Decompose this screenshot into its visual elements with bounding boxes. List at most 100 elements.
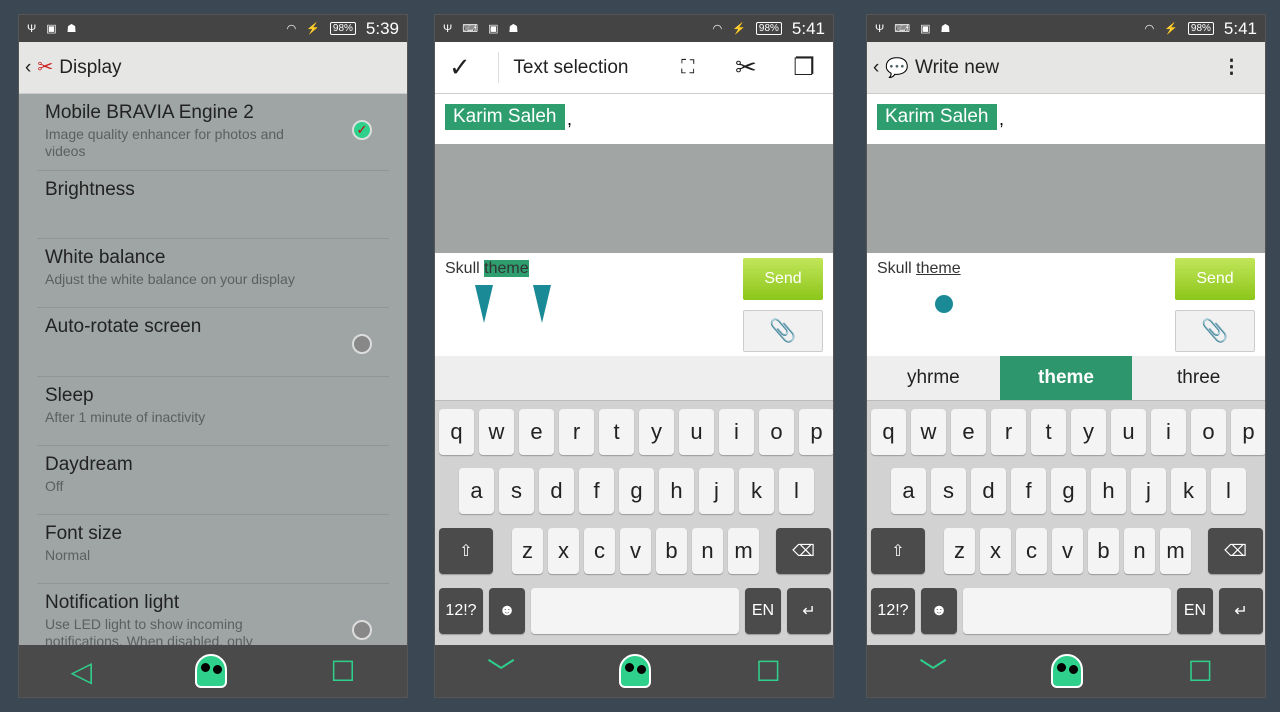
key-g[interactable]: g xyxy=(619,468,654,514)
key-p[interactable]: p xyxy=(799,409,833,455)
done-check-icon[interactable]: ✓ xyxy=(449,52,500,83)
key-j[interactable]: j xyxy=(699,468,734,514)
enter-key[interactable]: ↵ xyxy=(787,588,831,634)
key-c[interactable]: c xyxy=(584,528,615,574)
recipient-chip[interactable]: Karim Saleh xyxy=(877,104,997,130)
emoji-key[interactable]: ☻ xyxy=(921,588,957,634)
key-d[interactable]: d xyxy=(539,468,574,514)
key-q[interactable]: q xyxy=(439,409,474,455)
key-x[interactable]: x xyxy=(980,528,1011,574)
shift-key[interactable]: ⇧ xyxy=(871,528,925,574)
symbols-key[interactable]: 12!? xyxy=(439,588,483,634)
key-u[interactable]: u xyxy=(1111,409,1146,455)
key-f[interactable]: f xyxy=(579,468,614,514)
home-skull-icon[interactable] xyxy=(1051,654,1084,688)
key-s[interactable]: s xyxy=(499,468,534,514)
symbols-key[interactable]: 12!? xyxy=(871,588,915,634)
key-l[interactable]: l xyxy=(779,468,814,514)
home-skull-icon[interactable] xyxy=(195,654,228,688)
key-y[interactable]: y xyxy=(1071,409,1106,455)
key-x[interactable]: x xyxy=(548,528,579,574)
key-n[interactable]: n xyxy=(692,528,723,574)
hide-keyboard-icon[interactable]: ﹀ xyxy=(919,651,947,691)
copy-icon[interactable]: ❐ xyxy=(775,53,833,82)
key-s[interactable]: s xyxy=(931,468,966,514)
checkbox[interactable]: ✓ xyxy=(352,120,372,140)
key-z[interactable]: z xyxy=(944,528,975,574)
key-p[interactable]: p xyxy=(1231,409,1265,455)
recents-icon[interactable]: ☐ xyxy=(1188,655,1213,688)
key-c[interactable]: c xyxy=(1016,528,1047,574)
backspace-key[interactable]: ⌫ xyxy=(1208,528,1263,574)
backspace-key[interactable]: ⌫ xyxy=(776,528,831,574)
shift-key[interactable]: ⇧ xyxy=(439,528,493,574)
cursor-handle[interactable] xyxy=(935,295,953,313)
key-o[interactable]: o xyxy=(759,409,794,455)
key-j[interactable]: j xyxy=(1131,468,1166,514)
key-o[interactable]: o xyxy=(1191,409,1226,455)
key-h[interactable]: h xyxy=(659,468,694,514)
compose-field[interactable]: Skull theme xyxy=(877,260,961,278)
checkbox[interactable] xyxy=(352,334,372,354)
key-l[interactable]: l xyxy=(1211,468,1246,514)
settings-item[interactable]: White balance Adjust the white balance on… xyxy=(37,239,389,308)
select-all-icon[interactable]: ⛶ xyxy=(659,57,717,79)
recipient-chip[interactable]: Karim Saleh xyxy=(445,104,565,130)
space-key[interactable] xyxy=(963,588,1171,634)
checkbox[interactable] xyxy=(352,620,372,640)
home-skull-icon[interactable] xyxy=(619,654,652,688)
hide-keyboard-icon[interactable]: ﹀ xyxy=(487,651,515,691)
language-key[interactable]: EN xyxy=(1177,588,1213,634)
key-n[interactable]: n xyxy=(1124,528,1155,574)
language-key[interactable]: EN xyxy=(745,588,781,634)
settings-item[interactable]: Auto-rotate screen xyxy=(37,308,389,377)
key-i[interactable]: i xyxy=(719,409,754,455)
selection-handle[interactable] xyxy=(475,285,493,323)
key-b[interactable]: b xyxy=(656,528,687,574)
key-k[interactable]: k xyxy=(739,468,774,514)
key-v[interactable]: v xyxy=(620,528,651,574)
attach-button[interactable]: 📎 xyxy=(743,310,823,352)
key-t[interactable]: t xyxy=(599,409,634,455)
space-key[interactable] xyxy=(531,588,739,634)
key-t[interactable]: t xyxy=(1031,409,1066,455)
settings-item[interactable]: Brightness xyxy=(37,171,389,239)
overflow-menu-icon[interactable]: ⋮ xyxy=(1222,56,1265,79)
compose-field[interactable]: Skull theme xyxy=(445,260,529,278)
key-i[interactable]: i xyxy=(1151,409,1186,455)
key-g[interactable]: g xyxy=(1051,468,1086,514)
back-icon[interactable]: ‹ xyxy=(25,57,31,79)
emoji-key[interactable]: ☻ xyxy=(489,588,525,634)
key-w[interactable]: w xyxy=(911,409,946,455)
settings-item[interactable]: Sleep After 1 minute of inactivity xyxy=(37,377,389,446)
key-v[interactable]: v xyxy=(1052,528,1083,574)
key-f[interactable]: f xyxy=(1011,468,1046,514)
key-a[interactable]: a xyxy=(459,468,494,514)
recents-icon[interactable]: ☐ xyxy=(330,655,355,688)
recents-icon[interactable]: ☐ xyxy=(756,655,781,688)
key-z[interactable]: z xyxy=(512,528,543,574)
key-m[interactable]: m xyxy=(1160,528,1191,574)
back-icon[interactable]: ‹ xyxy=(873,57,879,79)
back-nav-icon[interactable]: ◁ xyxy=(71,655,93,688)
suggestion[interactable]: yhrme xyxy=(867,356,1000,400)
key-r[interactable]: r xyxy=(559,409,594,455)
suggestion[interactable]: three xyxy=(1132,356,1265,400)
settings-item[interactable]: Mobile BRAVIA Engine 2 Image quality enha… xyxy=(37,94,389,171)
key-k[interactable]: k xyxy=(1171,468,1206,514)
send-button[interactable]: Send xyxy=(743,258,823,300)
key-u[interactable]: u xyxy=(679,409,714,455)
key-r[interactable]: r xyxy=(991,409,1026,455)
key-a[interactable]: a xyxy=(891,468,926,514)
settings-item[interactable]: Daydream Off xyxy=(37,446,389,515)
cut-icon[interactable]: ✂ xyxy=(717,52,775,83)
selection-handle[interactable] xyxy=(533,285,551,323)
key-m[interactable]: m xyxy=(728,528,759,574)
suggestion[interactable]: theme xyxy=(999,356,1133,400)
enter-key[interactable]: ↵ xyxy=(1219,588,1263,634)
attach-button[interactable]: 📎 xyxy=(1175,310,1255,352)
settings-item[interactable]: Font size Normal xyxy=(37,515,389,584)
key-e[interactable]: e xyxy=(519,409,554,455)
key-e[interactable]: e xyxy=(951,409,986,455)
key-d[interactable]: d xyxy=(971,468,1006,514)
